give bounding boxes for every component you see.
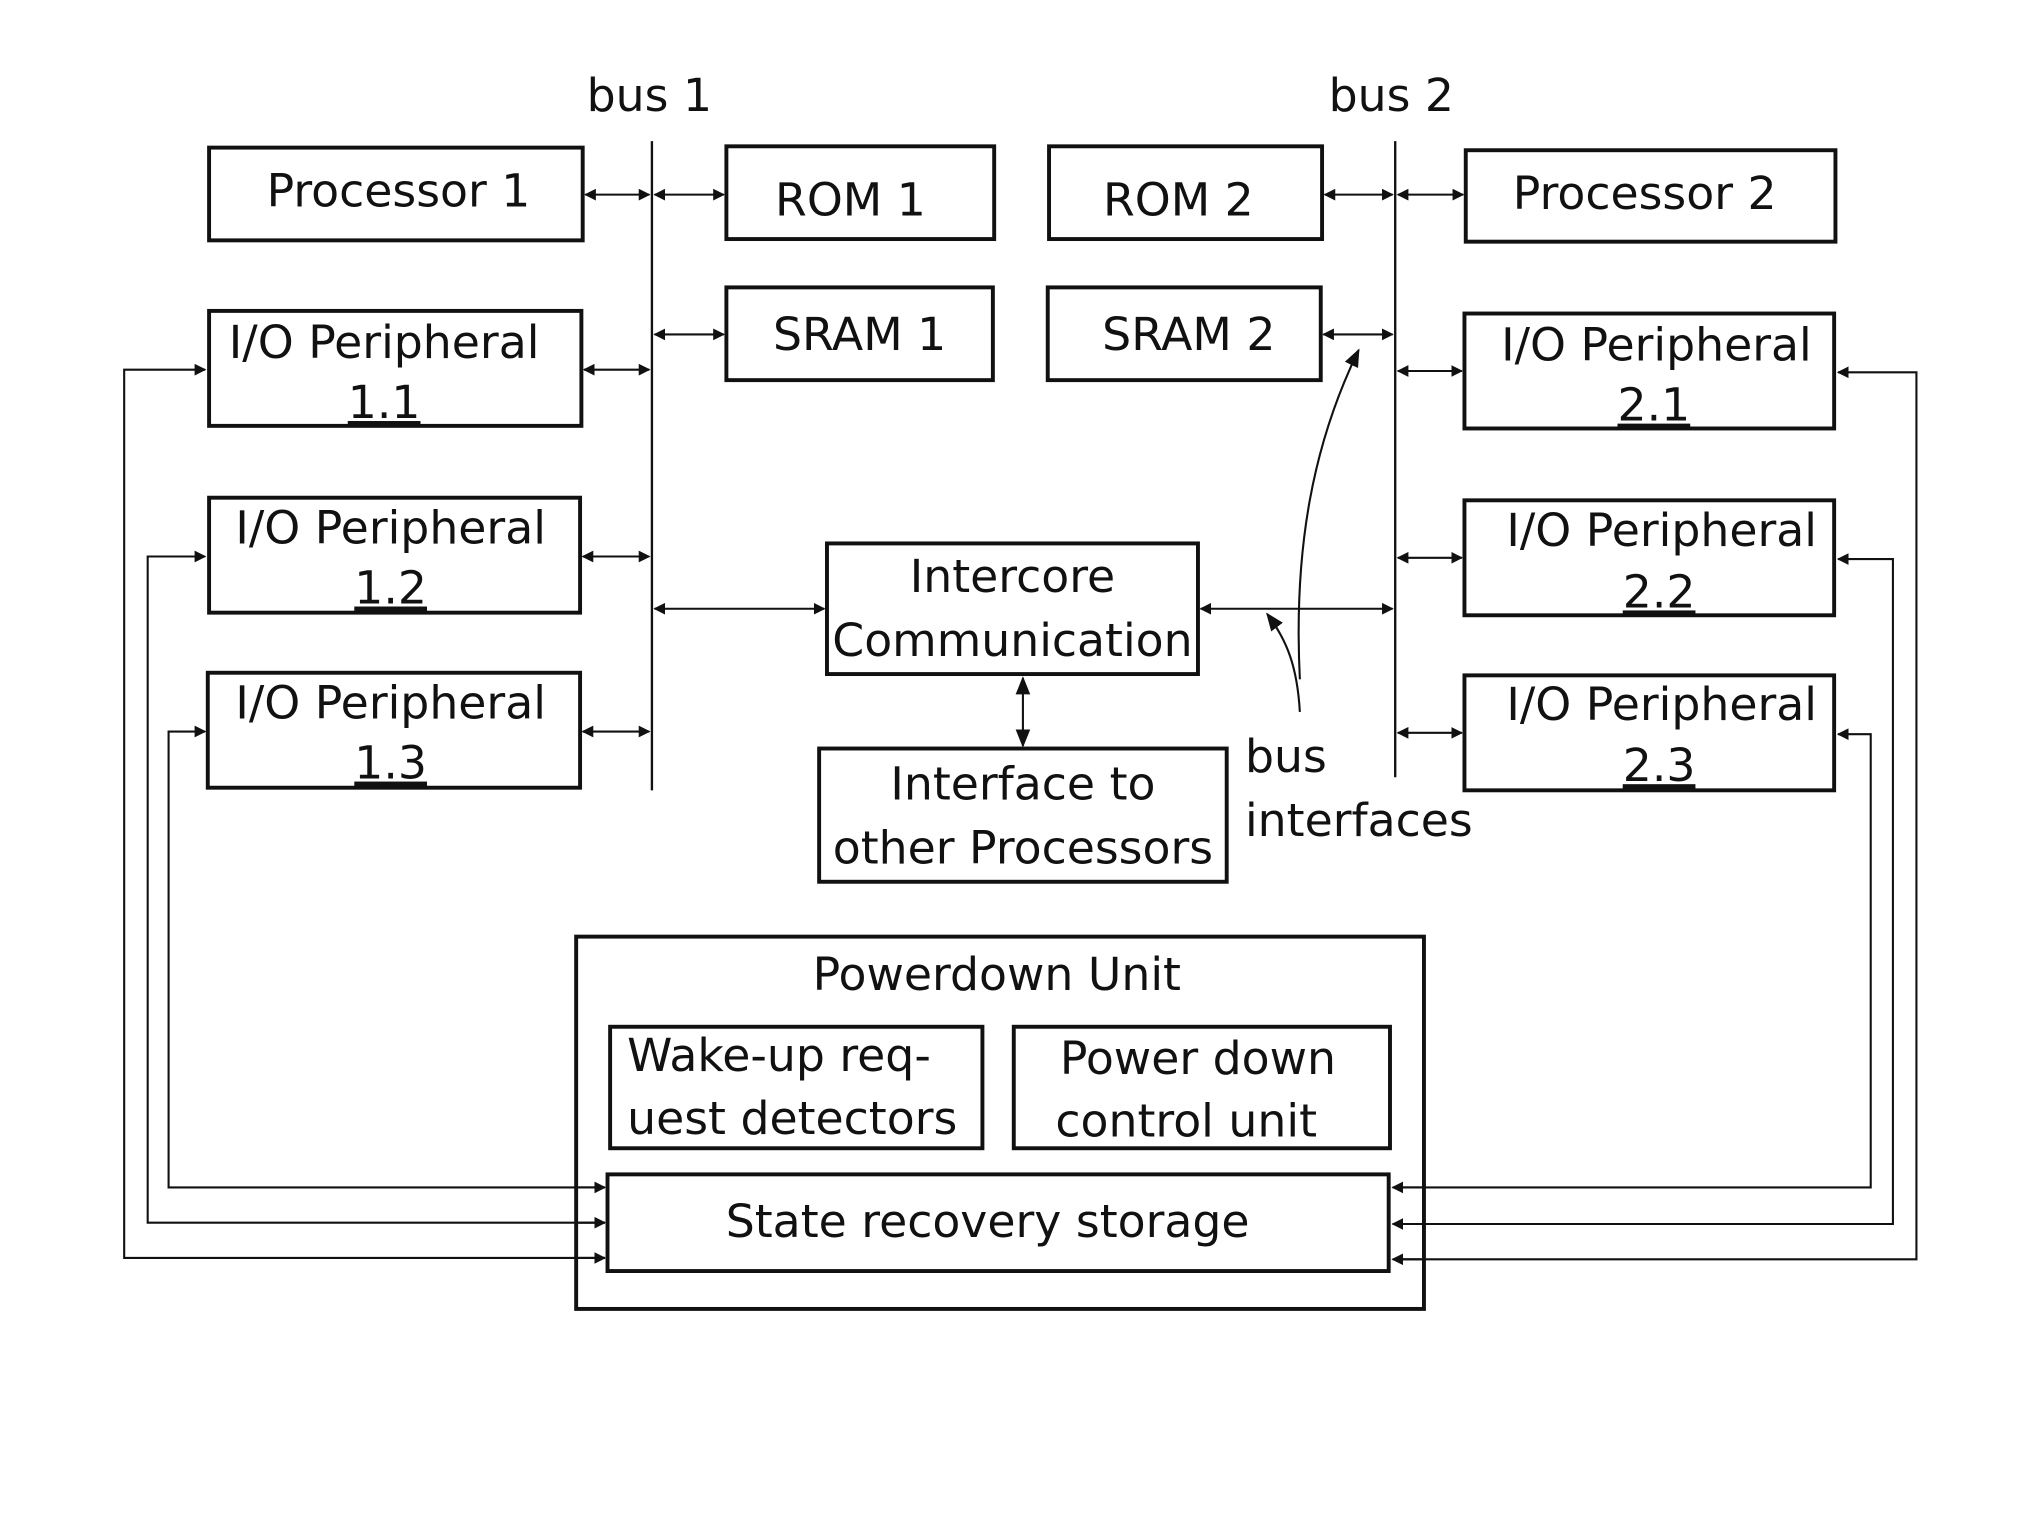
rom-1-box: ROM 1 — [724, 144, 997, 242]
io-peripheral-1-3-box: I/O Peripheral 1.3 — [205, 670, 583, 790]
io-peripheral-1-3-id: 1.3 — [354, 737, 427, 790]
io-peripheral-1-2-box: I/O Peripheral 1.2 — [207, 495, 583, 615]
io-peripheral-2-2-box: I/O Peripheral 2.2 — [1462, 498, 1837, 618]
bus-interfaces-pointer-up — [1297, 348, 1360, 680]
control-label-1: Power down — [1060, 1032, 1336, 1085]
bus-interfaces-label-2: interfaces — [1245, 794, 1473, 847]
powerdown-unit-title: Powerdown Unit — [813, 948, 1181, 1001]
bus-interfaces-pointer-down — [1266, 612, 1301, 713]
sram-2-label: SRAM 2 — [1102, 308, 1275, 361]
sram-2-box: SRAM 2 — [1045, 285, 1323, 383]
state-recovery-storage-box: State recovery storage — [605, 1172, 1391, 1274]
rom-2-box: ROM 2 — [1047, 144, 1325, 242]
state-recovery-storage-label: State recovery storage — [726, 1195, 1250, 1248]
bus2-connections — [1199, 188, 1465, 739]
wakeup-label-1: Wake-up req- — [627, 1029, 931, 1082]
rom-1-label: ROM 1 — [775, 174, 926, 227]
io-peripheral-1-2-label: I/O Peripheral — [235, 501, 546, 554]
io-peripheral-1-3-label: I/O Peripheral — [235, 676, 546, 729]
io-peripheral-2-2-id: 2.2 — [1623, 565, 1696, 618]
processor-1-label: Processor 1 — [267, 164, 531, 217]
bus2-label: bus 2 — [1329, 69, 1454, 122]
io-peripheral-1-2-id: 1.2 — [354, 562, 427, 615]
interface-other-processors-box: Interface to other Processors — [817, 746, 1229, 884]
intercore-label-1: Intercore — [910, 550, 1115, 603]
io-peripheral-1-1-label: I/O Peripheral — [229, 316, 540, 369]
processor-1-box: Processor 1 — [207, 145, 585, 243]
bus1-label: bus 1 — [587, 69, 712, 122]
io-peripheral-2-3-id: 2.3 — [1623, 739, 1696, 792]
io-peripheral-2-3-label: I/O Peripheral — [1506, 678, 1817, 731]
io-peripheral-1-1-id: 1.1 — [348, 376, 421, 429]
processor-2-label: Processor 2 — [1513, 167, 1777, 220]
block-diagram: bus 1 bus 2 Processor 1 I/O Peripheral 1… — [123, 69, 1918, 1311]
interface-label-1: Interface to — [890, 757, 1155, 810]
interface-label-2: other Processors — [833, 821, 1213, 874]
wakeup-detectors-box: Wake-up req- uest detectors — [608, 1024, 985, 1151]
io-peripheral-1-1-box: I/O Peripheral 1.1 — [207, 308, 584, 429]
control-label-2: control unit — [1055, 1094, 1317, 1147]
bus1-connections — [581, 188, 826, 738]
io-peripheral-2-1-box: I/O Peripheral 2.1 — [1462, 311, 1837, 432]
power-down-control-unit-box: Power down control unit — [1011, 1024, 1392, 1151]
bus-interfaces-label-1: bus — [1245, 730, 1327, 783]
sram-1-label: SRAM 1 — [773, 308, 946, 361]
io-peripheral-2-3-box: I/O Peripheral 2.3 — [1462, 673, 1837, 793]
processor-2-box: Processor 2 — [1463, 148, 1838, 244]
io-peripheral-2-2-label: I/O Peripheral — [1506, 504, 1817, 557]
intercore-communication-box: Intercore Communication — [825, 541, 1200, 677]
sram-1-box: SRAM 1 — [724, 285, 995, 383]
wakeup-label-2: uest detectors — [627, 1092, 957, 1145]
rom-2-label: ROM 2 — [1103, 174, 1254, 227]
io-peripheral-2-1-id: 2.1 — [1618, 379, 1691, 432]
intercore-label-2: Communication — [832, 614, 1192, 667]
io-peripheral-2-1-label: I/O Peripheral — [1501, 319, 1812, 372]
